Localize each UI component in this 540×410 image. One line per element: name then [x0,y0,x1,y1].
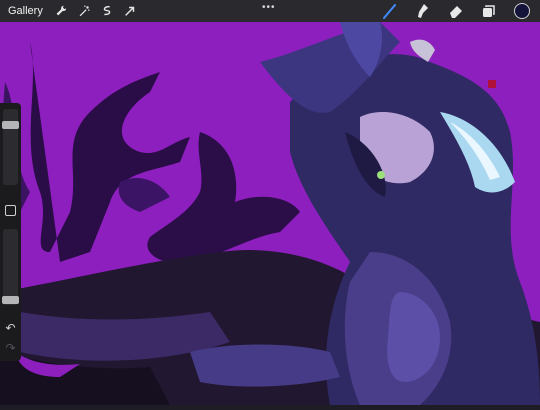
smudge-icon [418,4,428,18]
eraser-tool-button[interactable] [446,1,466,21]
actions-button[interactable] [53,3,69,19]
left-sidebar: ↶ ↷ [0,103,21,361]
drawing-canvas[interactable] [0,22,540,406]
brooch-gem [377,171,385,179]
layers-button[interactable] [479,1,499,21]
tool-group [367,0,532,22]
transform-arrow-icon [124,6,135,16]
brush-size-knob[interactable] [2,121,19,130]
wrench-icon [56,5,67,16]
more-options-handle[interactable]: ••• [262,3,276,13]
selection-button[interactable] [99,3,115,19]
magic-wand-icon [79,5,90,17]
current-color-swatch [514,3,530,19]
redo-button[interactable]: ↷ [3,341,18,355]
eraser-icon [450,6,462,18]
smudge-tool-button[interactable] [413,1,433,21]
gallery-button[interactable]: Gallery [8,5,43,17]
artwork [0,22,540,406]
arm-stroke [190,344,340,387]
brush-size-slider[interactable] [2,109,19,185]
brush-icon [383,4,396,19]
red-ornament [488,80,496,88]
opacity-knob[interactable] [2,295,19,304]
color-picker-button[interactable] [512,1,532,21]
undo-button[interactable]: ↶ [3,321,18,335]
top-toolbar: Gallery ••• [0,0,540,22]
brush-tool-button[interactable] [380,1,400,21]
selection-icon [103,5,111,16]
adjustments-button[interactable] [76,3,92,19]
modify-button[interactable] [5,205,16,216]
layers-icon [483,5,495,17]
opacity-slider[interactable] [2,229,19,305]
transform-button[interactable] [122,3,138,19]
